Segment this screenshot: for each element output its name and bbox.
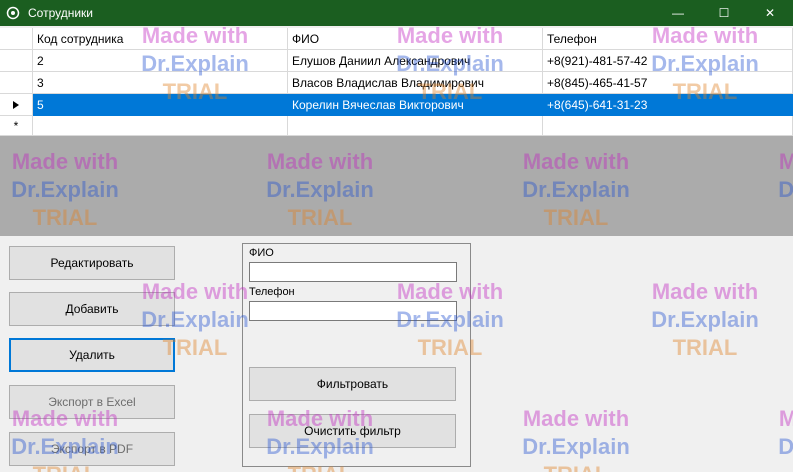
fio-label: ФИО [249,247,274,259]
row-header-corner [0,28,33,50]
minimize-button[interactable]: — [655,0,701,26]
cell-id[interactable]: 5 [33,94,288,116]
window-title: Сотрудники [28,6,93,20]
edit-button[interactable]: Редактировать [9,246,175,280]
cell-id[interactable]: 3 [33,72,288,94]
cell-phone[interactable]: +8(921)-481-57-42 [543,50,793,72]
export-excel-button[interactable]: Экспорт в Excel [9,385,175,419]
grid-empty-area [0,136,793,236]
filter-group: ФИО Телефон Фильтровать Очистить фильтр [242,243,471,467]
row-header[interactable] [0,72,33,94]
column-header-fio[interactable]: ФИО [288,28,543,50]
export-pdf-button[interactable]: Экспорт в PDF [9,432,175,466]
column-header-id[interactable]: Код сотрудника [33,28,288,50]
add-button[interactable]: Добавить [9,292,175,326]
current-row-arrow-icon [0,94,33,116]
maximize-button[interactable]: ☐ [701,0,747,26]
cell-phone[interactable]: +8(645)-641-31-23 [543,94,793,116]
row-header[interactable] [0,50,33,72]
new-row-cell[interactable] [543,116,793,136]
clear-filter-button[interactable]: Очистить фильтр [249,414,456,448]
trial-watermark: Made withDr.ExplainTRIAL [778,406,793,459]
delete-button[interactable]: Удалить [9,338,175,372]
trial-watermark: Made withDr.ExplainTRIAL [651,279,759,360]
title-bar: Сотрудники — ☐ ✕ [0,0,793,26]
cell-fio[interactable]: Елушов Даниил Александрович [288,50,543,72]
close-button[interactable]: ✕ [747,0,793,26]
maximize-icon: ☐ [718,6,730,20]
trial-watermark: Made withDr.ExplainTRIAL [522,406,630,472]
new-row-cell[interactable] [33,116,288,136]
cell-id[interactable]: 2 [33,50,288,72]
close-icon: ✕ [764,6,776,20]
minimize-icon: — [672,6,684,20]
cell-fio[interactable]: Власов Владислав Владимирович [288,72,543,94]
phone-label: Телефон [249,286,295,298]
new-row-marker: * [0,116,33,136]
filter-button[interactable]: Фильтровать [249,367,456,401]
cell-fio[interactable]: Корелин Вячеслав Викторович [288,94,543,116]
new-row-cell[interactable] [288,116,543,136]
column-header-phone[interactable]: Телефон [543,28,793,50]
cell-phone[interactable]: +8(845)-465-41-57 [543,72,793,94]
gear-icon [5,5,21,21]
phone-filter-input[interactable] [249,301,457,321]
fio-filter-input[interactable] [249,262,457,282]
employees-grid[interactable]: Код сотрудника ФИО Телефон 2 Елушов Дани… [0,28,793,136]
